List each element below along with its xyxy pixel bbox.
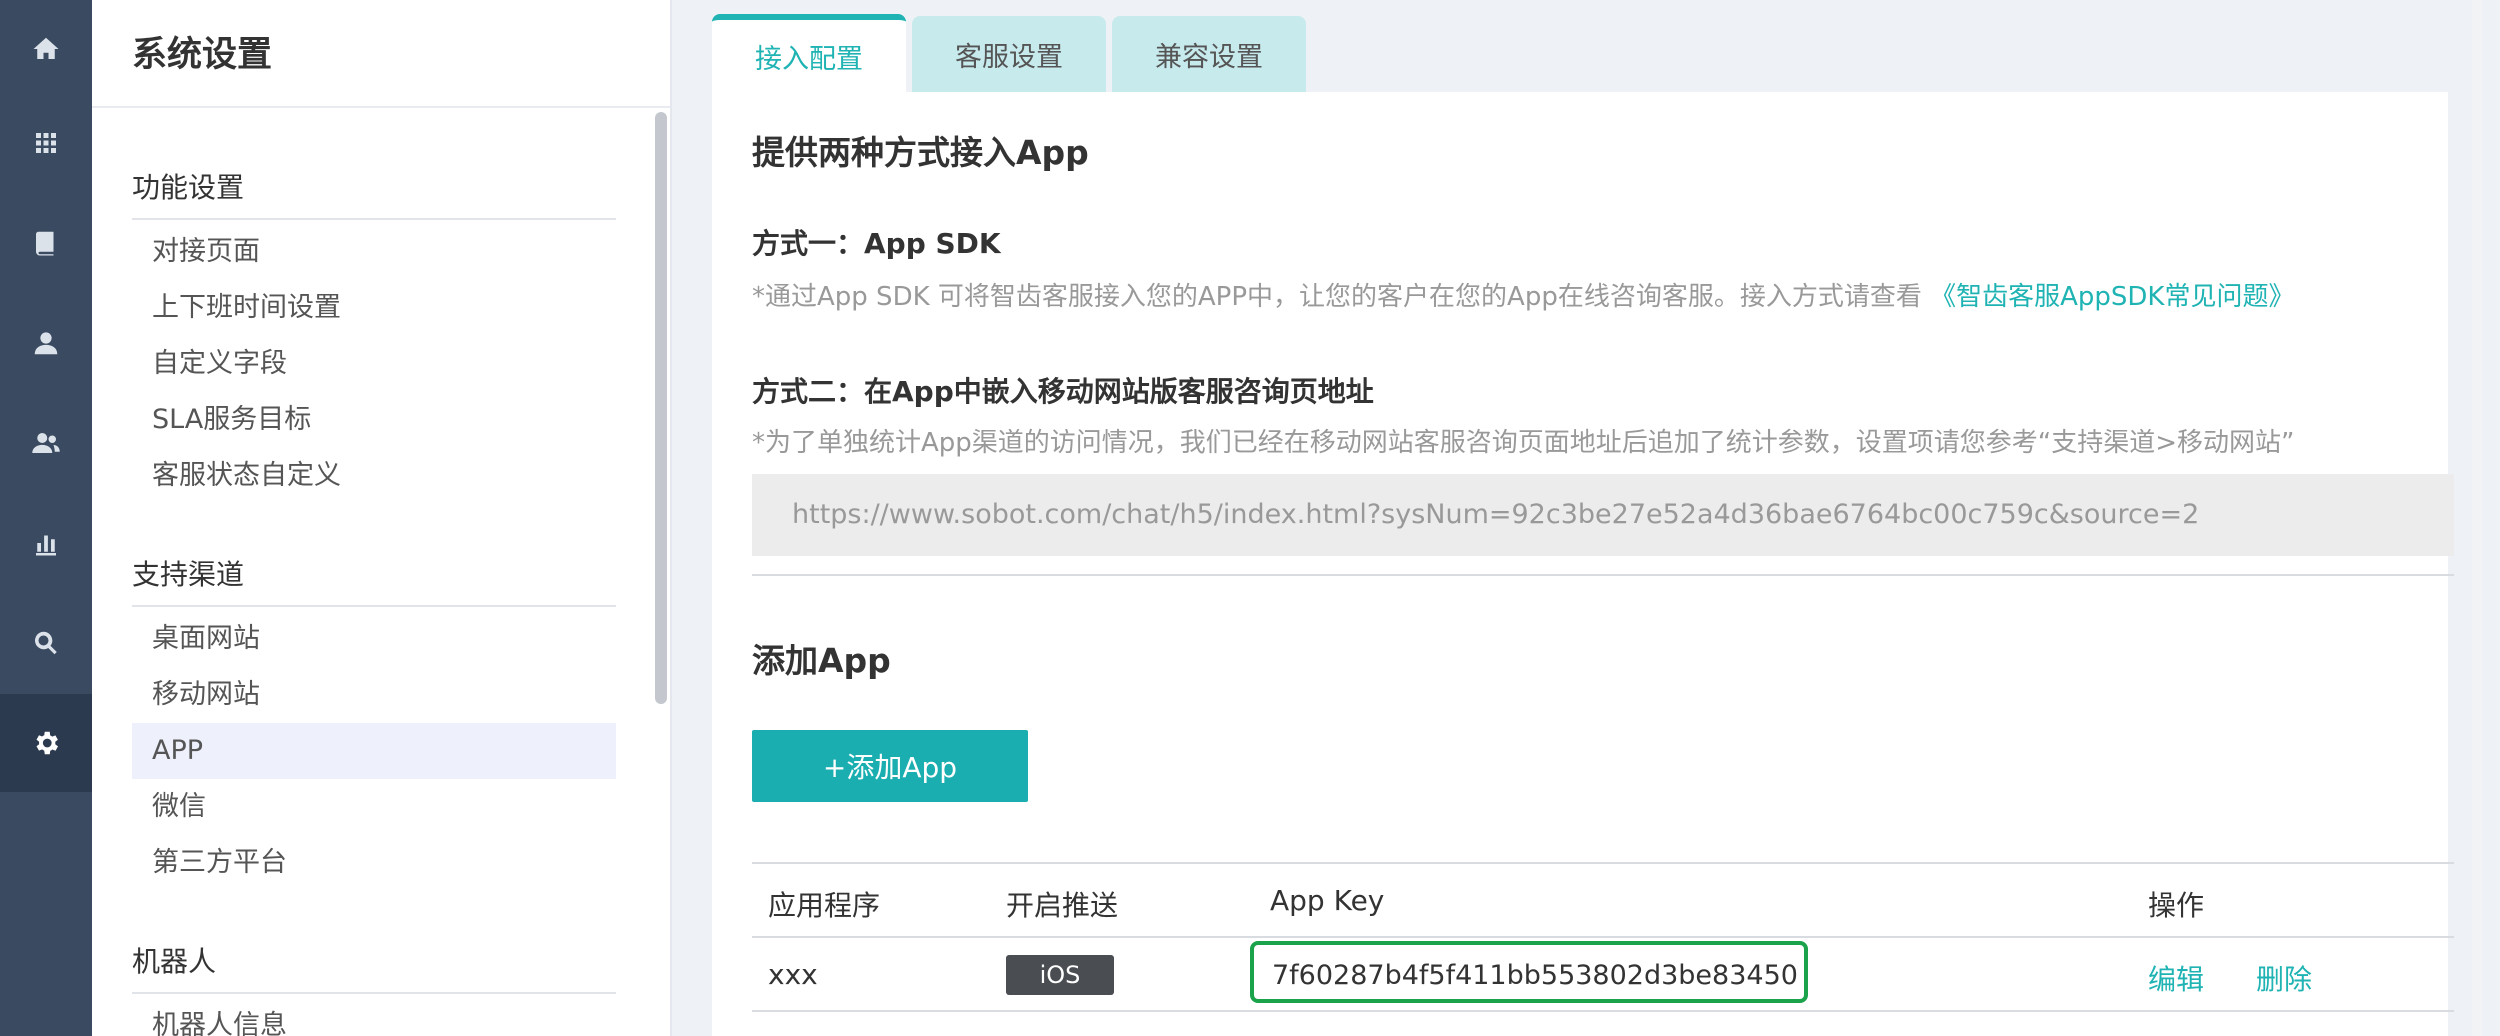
home-icon [33,37,59,59]
menu-item-desktop-site[interactable]: 桌面网站 [132,611,616,667]
delete-link[interactable]: 删除 [2256,958,2312,998]
column-header-actions: 操作 [2148,889,2205,922]
rail-settings[interactable] [0,694,92,792]
menu-item-custom-fields[interactable]: 自定义字段 [132,336,616,392]
divider [92,106,670,108]
page-scroll-track [2472,0,2482,1036]
apps-grid-icon [36,133,56,153]
menu-item-agent-status[interactable]: 客服状态自定义 [132,448,616,504]
menu-item-mobile-site[interactable]: 移动网站 [132,667,616,723]
group-title: 机器人 [132,940,616,994]
add-app-button[interactable]: +添加App [752,730,1028,802]
method2-title: 方式二：在App中嵌入移动网站版客服咨询页地址 [752,375,1374,408]
rail-search[interactable] [0,594,92,692]
menu-item-wechat[interactable]: 微信 [132,779,616,835]
column-header-push: 开启推送 [1006,889,1119,922]
menu-scrollbar[interactable] [655,112,667,704]
ios-push-badge[interactable]: iOS [1006,955,1114,995]
table-border [752,1010,2454,1012]
users-icon [32,433,60,453]
rail-home[interactable] [0,0,92,98]
column-header-app-key: App Key [1270,884,1385,917]
rail-users[interactable] [0,394,92,492]
icon-rail [0,0,92,1036]
menu-item-third-party[interactable]: 第三方平台 [132,835,616,891]
menu-group-function: 功能设置 对接页面 上下班时间设置 自定义字段 SLA服务目标 客服状态自定义 [132,166,616,504]
gear-icon [36,731,58,755]
menu-item-dock-page[interactable]: 对接页面 [132,224,616,280]
group-title: 功能设置 [132,166,616,220]
table-border [752,936,2454,938]
rail-apps[interactable] [0,94,92,192]
tab-agent-settings[interactable]: 客服设置 [912,16,1106,92]
sdk-faq-link[interactable]: 《智齿客服AppSDK常见问题》 [1930,282,2294,312]
menu-item-robot-info[interactable]: 机器人信息 [132,998,616,1036]
menu-group-robot: 机器人 机器人信息 [132,940,616,1036]
mobile-url-field[interactable]: https://www.sobot.com/chat/h5/index.html… [752,474,2454,556]
app-name-cell: xxx [768,958,818,991]
edit-link[interactable]: 编辑 [2148,958,2204,998]
user-icon [34,332,58,355]
menu-title: 系统设置 [132,35,273,75]
menu-item-work-hours[interactable]: 上下班时间设置 [132,280,616,336]
method1-desc-text: *通过App SDK 可将智齿客服接入您的APP中，让您的客户在您的App在线咨… [752,282,1922,312]
menu-item-app[interactable]: APP [132,723,616,779]
book-icon [36,231,54,256]
rail-book[interactable] [0,194,92,292]
divider [752,574,2454,576]
bar-chart-icon [36,535,56,556]
section-heading: 提供两种方式接入App [752,133,1089,172]
method2-desc: *为了单独统计App渠道的访问情况，我们已经在移动网站客服咨询页面地址后追加了统… [752,428,2295,458]
search-icon [34,631,57,655]
settings-menu: 系统设置 功能设置 对接页面 上下班时间设置 自定义字段 SLA服务目标 客服状… [92,0,672,1036]
menu-item-sla[interactable]: SLA服务目标 [132,392,616,448]
method1-desc: *通过App SDK 可将智齿客服接入您的APP中，让您的客户在您的App在线咨… [752,276,2294,313]
tab-compat-settings[interactable]: 兼容设置 [1112,16,1306,92]
column-header-app: 应用程序 [768,889,881,922]
rail-user[interactable] [0,294,92,392]
tab-access-config[interactable]: 接入配置 [712,14,906,92]
add-app-heading: 添加App [752,641,891,680]
rail-reports[interactable] [0,494,92,592]
group-title: 支持渠道 [132,553,616,607]
table-border [752,862,2454,864]
method1-title: 方式一：App SDK [752,227,1001,260]
app-key-cell: 7f60287b4f5f411bb553802d3be83450 [1250,941,1808,1003]
menu-group-channels: 支持渠道 桌面网站 移动网站 APP 微信 第三方平台 [132,553,616,891]
